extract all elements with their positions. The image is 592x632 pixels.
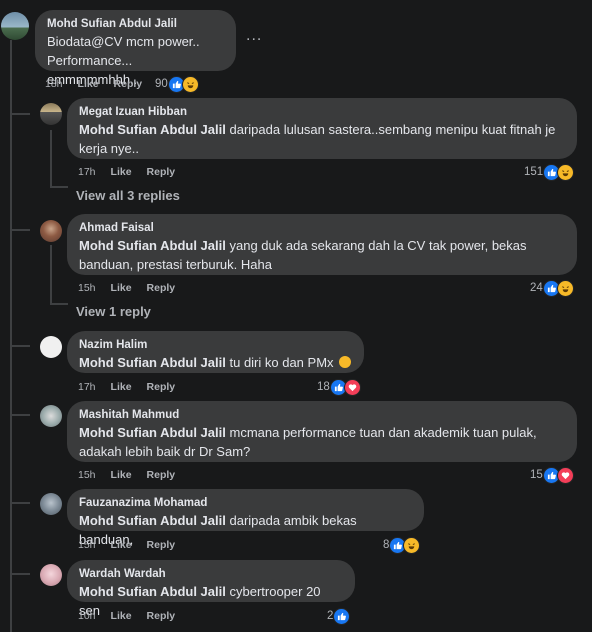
reaction-summary[interactable]: 151 xyxy=(524,163,575,181)
more-options-button[interactable]: ... xyxy=(246,27,262,45)
comment-meta: 17h Like Reply xyxy=(78,165,190,179)
comment-time[interactable]: 15h xyxy=(78,539,96,551)
comment-bubble: Fauzanazima Mohamad Mohd Sufian Abdul Ja… xyxy=(67,489,424,547)
reaction-summary[interactable]: 2 xyxy=(327,607,351,625)
comment-author[interactable]: Ahmad Faisal xyxy=(79,221,565,235)
like-button[interactable]: Like xyxy=(111,610,132,622)
reply-button[interactable]: Reply xyxy=(147,166,176,178)
comment-text: Mohd Sufian Abdul Jalil mcmana performan… xyxy=(79,423,565,461)
laughing-face-icon xyxy=(556,279,574,297)
like-button[interactable]: Like xyxy=(111,539,132,551)
view-replies-link[interactable]: View 1 reply xyxy=(76,304,151,319)
rofl-emoji-icon xyxy=(339,356,352,368)
comment-time[interactable]: 17h xyxy=(78,166,96,178)
reply-button[interactable]: Reply xyxy=(147,381,176,393)
comment-bubble: Mohd Sufian Abdul Jalil Biodata@CV mcm p… xyxy=(35,10,236,87)
heart-icon xyxy=(343,378,361,396)
comment-bubble: Nazim Halim Mohd Sufian Abdul Jalil tu d… xyxy=(67,331,364,373)
reply-button[interactable]: Reply xyxy=(147,469,176,481)
comment-meta: 15h Like Reply xyxy=(78,468,190,482)
reaction-summary[interactable]: 24 xyxy=(530,279,574,297)
avatar[interactable] xyxy=(1,12,29,40)
like-button[interactable]: Like xyxy=(111,381,132,393)
comment-meta: 17h Like Reply xyxy=(78,380,190,394)
avatar[interactable] xyxy=(40,336,62,358)
mention-link[interactable]: Mohd Sufian Abdul Jalil xyxy=(79,425,226,440)
view-replies-link[interactable]: View all 3 replies xyxy=(76,188,180,203)
comment-bubble: Ahmad Faisal Mohd Sufian Abdul Jalil yan… xyxy=(67,214,577,275)
like-button[interactable]: Like xyxy=(78,78,99,90)
reaction-count: 90 xyxy=(155,78,168,90)
like-button[interactable]: Like xyxy=(111,282,132,294)
laughing-face-icon xyxy=(557,163,575,181)
reply-button[interactable]: Reply xyxy=(114,78,143,90)
comment-author[interactable]: Nazim Halim xyxy=(79,338,352,352)
reaction-summary[interactable]: 15 xyxy=(530,466,574,484)
mention-link[interactable]: Mohd Sufian Abdul Jalil xyxy=(79,238,226,253)
reaction-count: 18 xyxy=(317,381,330,393)
thread-line-reply-2 xyxy=(50,245,52,305)
comment-meta: 18h Like Reply xyxy=(45,77,157,91)
avatar[interactable] xyxy=(40,220,62,242)
reaction-count: 15 xyxy=(530,469,543,481)
comment-text-line: Biodata@CV mcm power.. xyxy=(47,34,200,49)
comment-meta: 15h Like Reply xyxy=(78,538,190,552)
thread-connector-1 xyxy=(50,186,68,188)
branch-2 xyxy=(10,229,30,231)
laughing-face-icon xyxy=(181,75,199,93)
heart-icon xyxy=(556,466,574,484)
thumbs-up-icon xyxy=(333,607,351,625)
comment-text: Mohd Sufian Abdul Jalil yang duk ada sek… xyxy=(79,236,565,274)
thread-line-reply-1 xyxy=(50,130,52,188)
mention-link[interactable]: Mohd Sufian Abdul Jalil xyxy=(79,355,226,370)
reaction-count: 24 xyxy=(530,282,543,294)
avatar[interactable] xyxy=(40,405,62,427)
reaction-summary[interactable]: 18 xyxy=(317,378,361,396)
comment-time[interactable]: 10h xyxy=(78,610,96,622)
comment-time[interactable]: 15h xyxy=(78,282,96,294)
reply-button[interactable]: Reply xyxy=(147,539,176,551)
reaction-summary[interactable]: 8 xyxy=(383,536,421,554)
reaction-summary[interactable]: 90 xyxy=(155,75,199,93)
branch-1 xyxy=(10,113,30,115)
comment-author[interactable]: Wardah Wardah xyxy=(79,567,343,581)
laughing-face-icon xyxy=(403,536,421,554)
reply-button[interactable]: Reply xyxy=(147,282,176,294)
comment-time[interactable]: 15h xyxy=(78,469,96,481)
comment-bubble: Wardah Wardah Mohd Sufian Abdul Jalil cy… xyxy=(67,560,355,618)
like-button[interactable]: Like xyxy=(111,166,132,178)
mention-link[interactable]: Mohd Sufian Abdul Jalil xyxy=(79,584,226,599)
thread-line-main xyxy=(10,40,12,632)
comment-text: Mohd Sufian Abdul Jalil tu diri ko dan P… xyxy=(79,353,352,372)
branch-4 xyxy=(10,414,30,416)
branch-6 xyxy=(10,573,30,575)
comment-body: tu diri ko dan PMx xyxy=(229,355,334,370)
comment-bubble: Megat Izuan Hibban Mohd Sufian Abdul Jal… xyxy=(67,98,577,159)
comment-author[interactable]: Fauzanazima Mohamad xyxy=(79,496,412,510)
reply-button[interactable]: Reply xyxy=(147,610,176,622)
avatar[interactable] xyxy=(40,493,62,515)
comment-author[interactable]: Mashitah Mahmud xyxy=(79,408,565,422)
comment-author[interactable]: Megat Izuan Hibban xyxy=(79,105,565,119)
comment-bubble: Mashitah Mahmud Mohd Sufian Abdul Jalil … xyxy=(67,401,577,462)
comment-meta: 15h Like Reply xyxy=(78,281,190,295)
mention-link[interactable]: Mohd Sufian Abdul Jalil xyxy=(79,513,226,528)
comment-meta: 10h Like Reply xyxy=(78,609,190,623)
comment-author[interactable]: Mohd Sufian Abdul Jalil xyxy=(47,17,224,31)
comment-time[interactable]: 17h xyxy=(78,381,96,393)
comment-text: Mohd Sufian Abdul Jalil daripada lulusan… xyxy=(79,120,565,158)
reaction-count: 151 xyxy=(524,166,544,178)
comment-time[interactable]: 18h xyxy=(45,78,63,90)
avatar[interactable] xyxy=(40,564,62,586)
mention-link[interactable]: Mohd Sufian Abdul Jalil xyxy=(79,122,226,137)
like-button[interactable]: Like xyxy=(111,469,132,481)
branch-3 xyxy=(10,345,30,347)
branch-5 xyxy=(10,502,30,504)
thread-connector-2 xyxy=(50,303,68,305)
avatar[interactable] xyxy=(40,103,62,125)
